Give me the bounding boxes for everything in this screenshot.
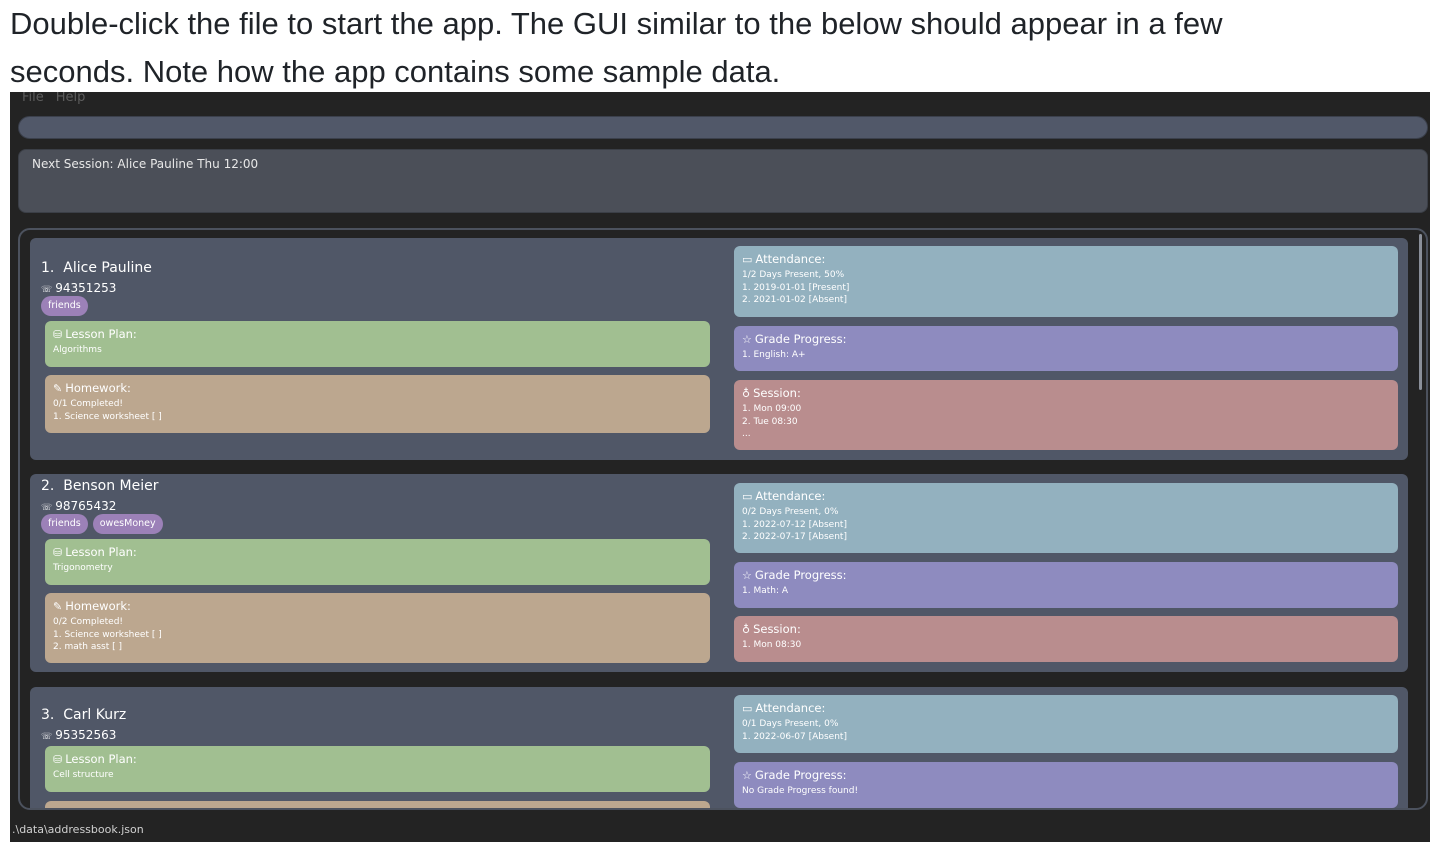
person-phone: ☏ 94351253: [41, 281, 117, 295]
session-box: ♁ Session: 1. Mon 09:00 2. Tue 08:30 ...: [734, 380, 1398, 450]
result-text: Next Session: Alice Pauline Thu 12:00: [32, 157, 259, 171]
lesson-plan-box: ⛁ Lesson Plan: Algorithms: [45, 321, 710, 367]
menu-bar: File Help: [22, 92, 85, 105]
calendar-icon: ▭: [742, 490, 753, 503]
person-phone: ☏ 95352563: [41, 728, 117, 742]
tag-list: friends: [41, 296, 88, 316]
menu-help[interactable]: Help: [56, 92, 86, 105]
star-icon: ☆: [742, 769, 752, 782]
person-list[interactable]: 1. Alice Pauline ☏ 94351253 friends ⛁ Less…: [18, 228, 1428, 810]
command-box[interactable]: [18, 116, 1428, 139]
tag: owesMoney: [92, 514, 163, 534]
homework-box: ✎ Homework: 0/2 Completed! 1. Science wor…: [45, 593, 710, 663]
pencil-icon: ✎: [53, 382, 63, 395]
phone-icon: ☏: [41, 732, 53, 742]
session-icon: ♁: [742, 623, 751, 636]
calendar-icon: ▭: [742, 702, 753, 715]
homework-box: [45, 801, 710, 808]
attendance-box: ▭ Attendance: 1/2 Days Present, 50% 1. 20…: [734, 246, 1398, 317]
app-window: File Help Next Session: Alice Pauline Th…: [10, 92, 1430, 842]
session-icon: ♁: [742, 387, 751, 400]
person-name: 3. Carl Kurz: [41, 707, 127, 723]
session-box: ♁ Session: 1. Mon 08:30: [734, 616, 1398, 662]
grade-progress-box: ☆ Grade Progress: 1. Math: A: [734, 562, 1398, 608]
intro-text: Double-click the file to start the app. …: [10, 0, 1426, 96]
attendance-box: ▭ Attendance: 0/1 Days Present, 0% 1. 202…: [734, 695, 1398, 753]
book-icon: ⛁: [53, 753, 63, 766]
person-card[interactable]: 2. Benson Meier ☏ 98765432 friends owesMo…: [30, 474, 1408, 672]
person-name: 1. Alice Pauline: [41, 260, 152, 276]
list-scrollbar[interactable]: [1419, 234, 1422, 390]
attendance-box: ▭ Attendance: 0/2 Days Present, 0% 1. 202…: [734, 483, 1398, 553]
person-phone: ☏ 98765432: [41, 499, 117, 513]
calendar-icon: ▭: [742, 253, 753, 266]
lesson-plan-box: ⛁ Lesson Plan: Cell structure: [45, 746, 710, 792]
book-icon: ⛁: [53, 546, 63, 559]
phone-icon: ☏: [41, 285, 53, 295]
book-icon: ⛁: [53, 328, 63, 341]
star-icon: ☆: [742, 333, 752, 346]
homework-box: ✎ Homework: 0/1 Completed! 1. Science wor…: [45, 375, 710, 433]
result-display: Next Session: Alice Pauline Thu 12:00: [18, 149, 1428, 213]
grade-progress-box: ☆ Grade Progress: 1. English: A+: [734, 326, 1398, 371]
menu-file[interactable]: File: [22, 92, 44, 105]
person-card[interactable]: 3. Carl Kurz ☏ 95352563 ⛁ Lesson Plan: Cel…: [30, 687, 1408, 808]
tag-list: friends owesMoney: [41, 514, 163, 534]
intro-line-2: seconds. Note how the app contains some …: [10, 54, 781, 89]
pencil-icon: ✎: [53, 600, 63, 613]
intro-line-1: Double-click the file to start the app. …: [10, 6, 1223, 41]
lesson-plan-box: ⛁ Lesson Plan: Trigonometry: [45, 539, 710, 585]
tag: friends: [41, 296, 88, 316]
person-card[interactable]: 1. Alice Pauline ☏ 94351253 friends ⛁ Less…: [30, 238, 1408, 460]
tag: friends: [41, 514, 88, 534]
status-bar-path: .\data\addressbook.json: [12, 823, 144, 836]
person-name: 2. Benson Meier: [41, 478, 159, 494]
phone-icon: ☏: [41, 503, 53, 513]
star-icon: ☆: [742, 569, 752, 582]
grade-progress-box: ☆ Grade Progress: No Grade Progress found…: [734, 762, 1398, 808]
